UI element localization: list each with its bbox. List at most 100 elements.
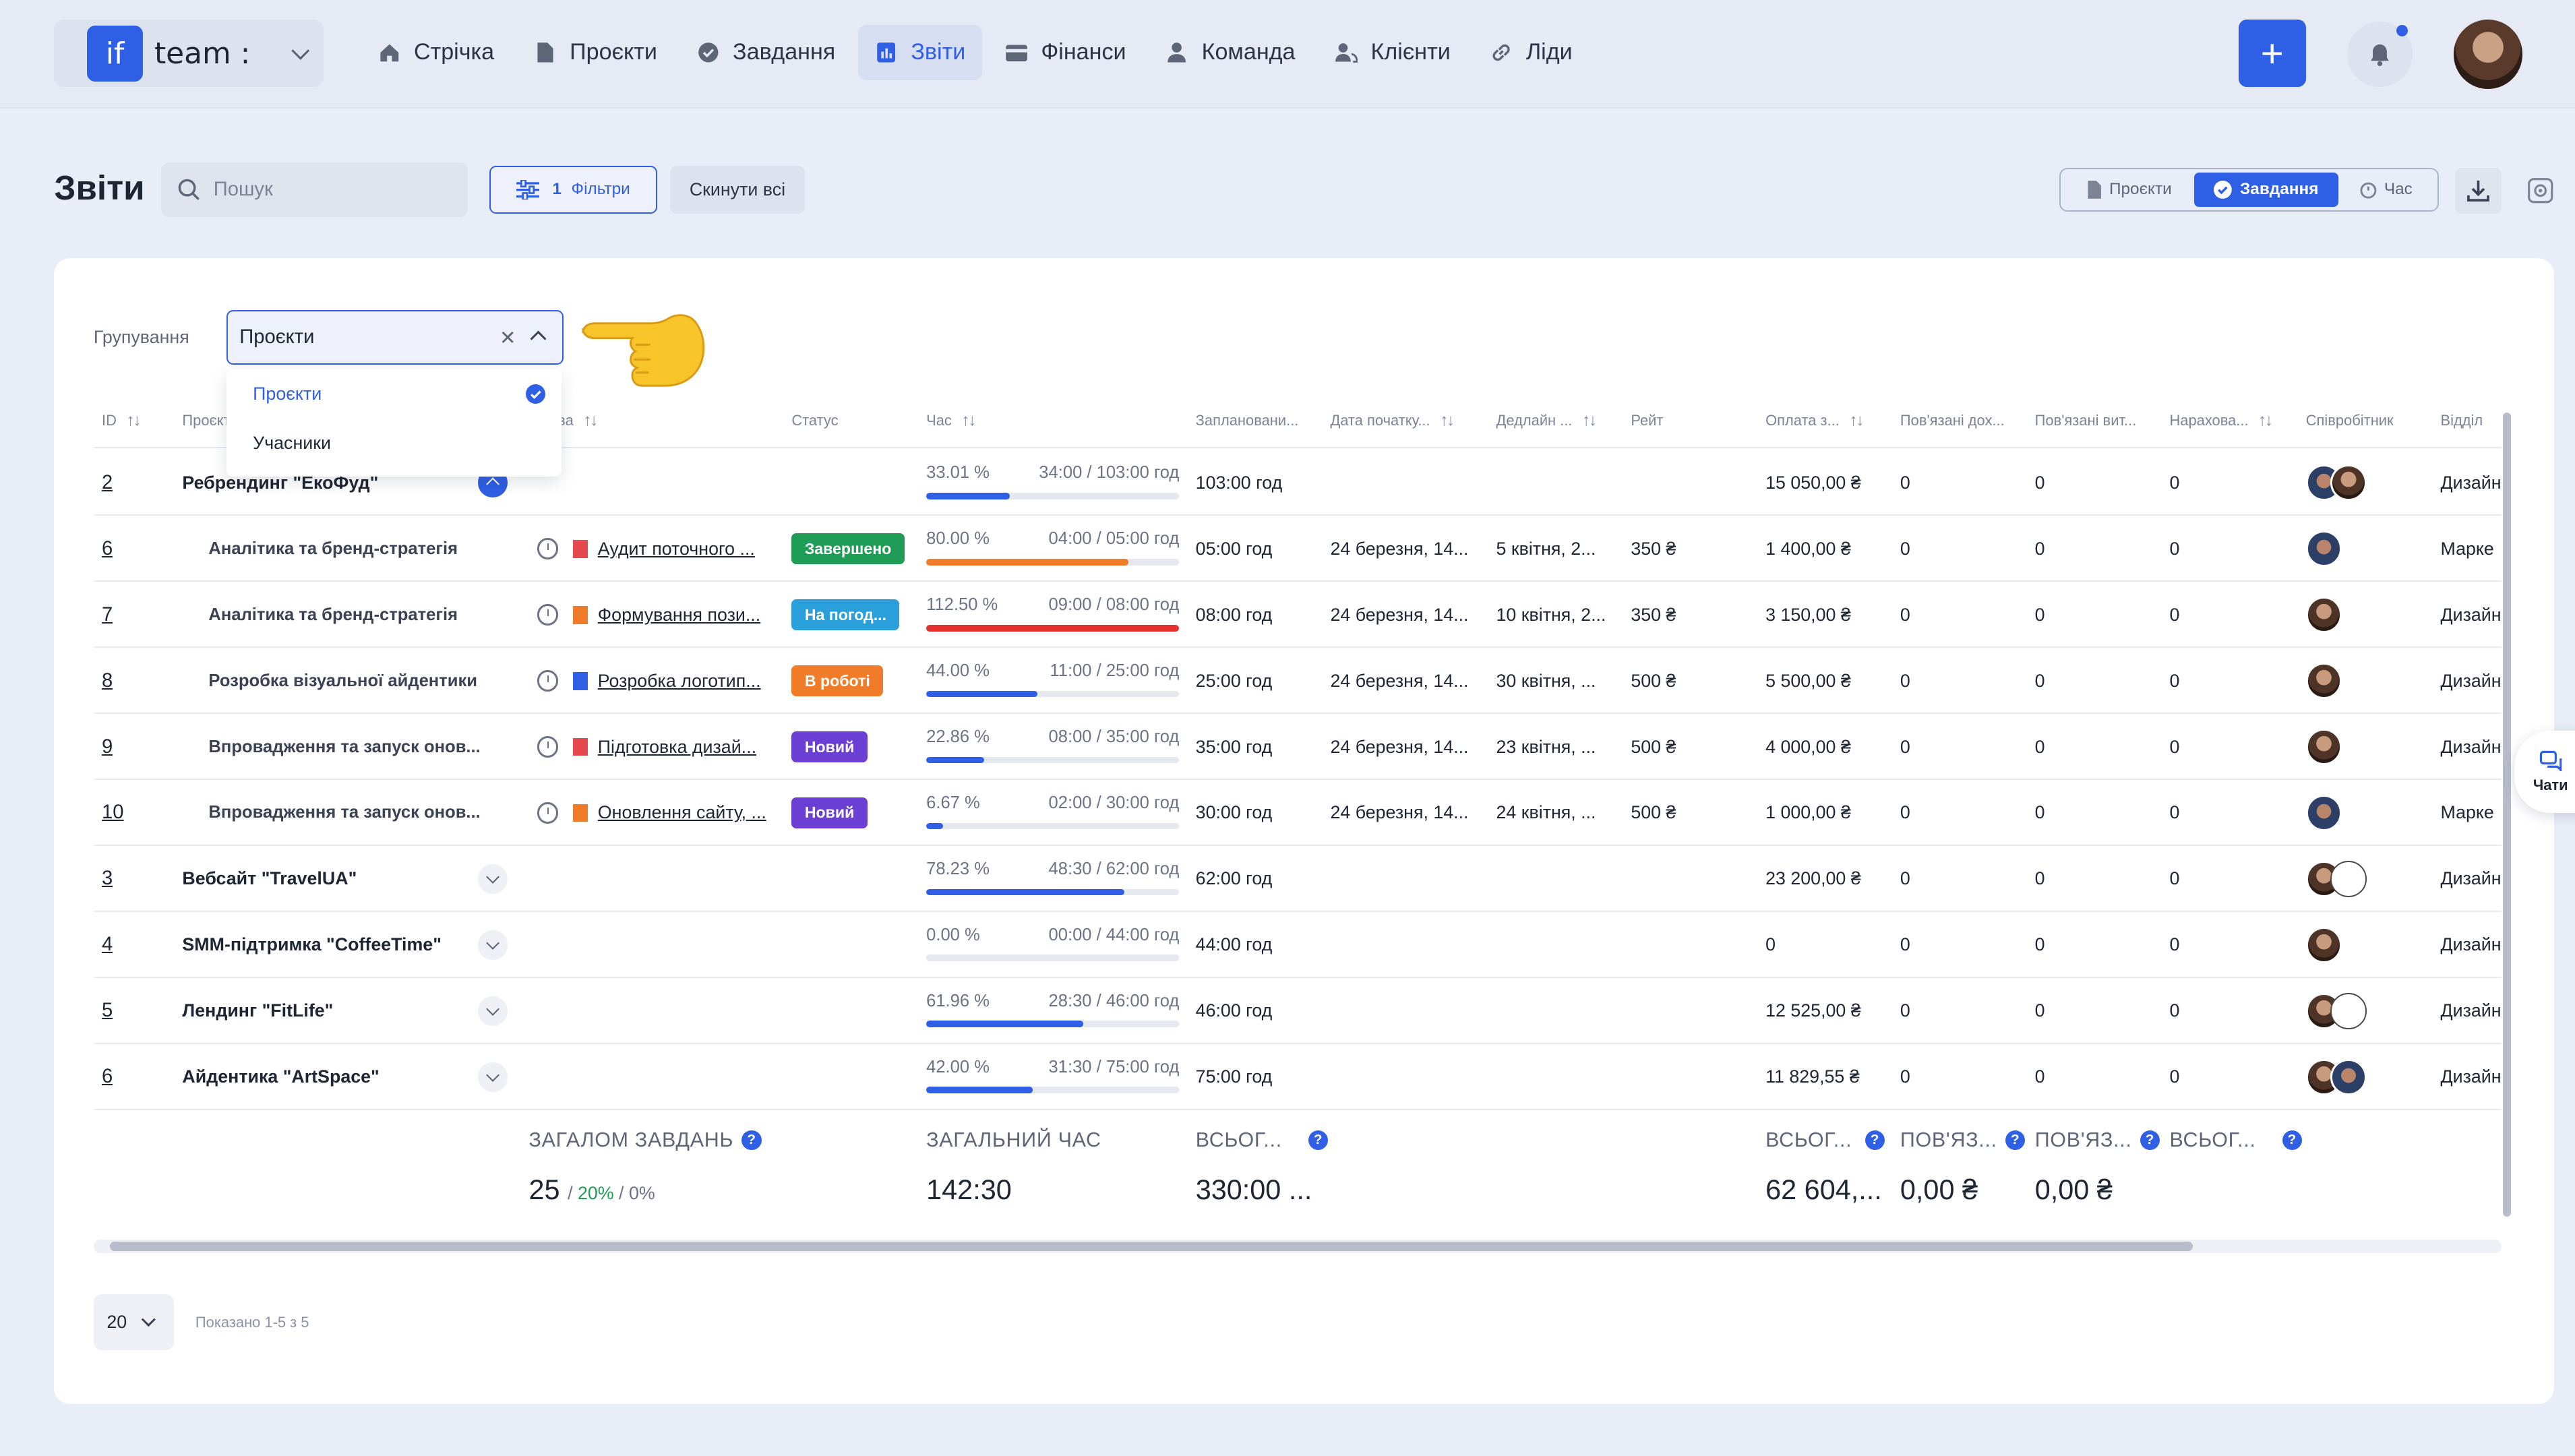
column-header-employee[interactable]: Співробітник <box>2306 392 2394 448</box>
nav-item-link[interactable]: Ліди <box>1474 25 1589 81</box>
grouping-option-members[interactable]: Учасники <box>226 419 562 468</box>
row-id-link[interactable]: 10 <box>102 801 124 824</box>
view-tab-time[interactable]: Час <box>2338 173 2433 207</box>
column-header-planned[interactable]: Заплановани... <box>1196 392 1299 448</box>
avatar[interactable] <box>2305 530 2342 568</box>
avatar[interactable] <box>2330 464 2367 502</box>
grouping-option-projects[interactable]: Проєкти <box>226 369 562 419</box>
chat-button[interactable]: Чати <box>2514 731 2575 813</box>
help-icon[interactable]: ? <box>1865 1130 1885 1150</box>
column-header-start[interactable]: Дата початку... ↑↓ <box>1330 392 1455 448</box>
task-link[interactable]: Аудит поточного ... <box>598 539 755 559</box>
help-icon[interactable]: ? <box>2282 1130 2302 1150</box>
avatar[interactable] <box>2330 993 2367 1029</box>
avatar[interactable] <box>2305 663 2342 699</box>
search-input[interactable] <box>213 178 444 201</box>
row-id-link[interactable]: 7 <box>102 604 113 626</box>
team-switcher[interactable]: if team : <box>54 20 324 88</box>
column-header-project[interactable]: Проєкт <box>182 392 230 448</box>
avatar[interactable] <box>2330 1058 2367 1095</box>
timer-icon[interactable] <box>537 604 559 626</box>
filters-button[interactable]: 1 Фільтри <box>489 166 657 214</box>
avatar[interactable] <box>2305 729 2342 765</box>
scrollbar-thumb[interactable] <box>110 1241 2193 1252</box>
nav-item-clients[interactable]: Клієнти <box>1319 25 1467 81</box>
user-avatar[interactable] <box>2453 20 2523 89</box>
column-header-expenses[interactable]: Пов'язані вит... <box>2035 392 2137 448</box>
column-header-deadline[interactable]: Дедлайн ... ↑↓ <box>1496 392 1598 448</box>
column-header-payment[interactable]: Оплата з... ↑↓ <box>1765 392 1864 448</box>
notifications-button[interactable] <box>2346 21 2413 88</box>
row-id-link[interactable]: 2 <box>102 472 113 494</box>
expand-icon[interactable] <box>477 930 508 960</box>
help-icon[interactable]: ? <box>2140 1130 2160 1150</box>
sort-icon[interactable]: ↑↓ <box>961 411 976 430</box>
column-header-rate[interactable]: Рейт <box>1631 392 1663 448</box>
task-link[interactable]: Оновлення сайту, ... <box>598 802 766 823</box>
status-badge[interactable]: На погод... <box>791 599 900 631</box>
expand-icon[interactable] <box>477 1062 508 1092</box>
sort-icon[interactable]: ↑↓ <box>583 411 598 430</box>
column-header-id[interactable]: ID ↑↓ <box>102 392 142 448</box>
page-size-select[interactable]: 20 <box>93 1294 175 1350</box>
create-button[interactable]: + <box>2238 20 2306 88</box>
nav-item-user[interactable]: Команда <box>1149 25 1312 81</box>
status-badge[interactable]: В роботі <box>791 665 884 697</box>
nav-item-home[interactable]: Стрічка <box>361 25 510 81</box>
settings-button[interactable] <box>2518 168 2564 214</box>
clients-icon <box>1335 41 1358 64</box>
avatar[interactable] <box>2305 795 2342 831</box>
sort-icon[interactable]: ↑↓ <box>2258 411 2273 430</box>
nav-item-file[interactable]: Проєкти <box>517 25 673 81</box>
timer-icon[interactable] <box>537 802 559 824</box>
timer-icon[interactable] <box>537 736 559 758</box>
rate: 500 ₴ <box>1631 736 1676 757</box>
scrollbar-thumb[interactable] <box>2503 412 2512 1217</box>
task-link[interactable]: Підготовка дизай... <box>598 737 756 758</box>
summary-label-text: ПОВ'ЯЗ... <box>1900 1128 1997 1151</box>
help-icon[interactable]: ? <box>741 1130 762 1150</box>
help-icon[interactable]: ? <box>1308 1130 1329 1150</box>
view-tab-tasks[interactable]: Завдання <box>2193 172 2338 207</box>
nav-item-wallet[interactable]: Фінанси <box>988 25 1143 81</box>
column-header-department[interactable]: Відділ <box>2440 392 2483 448</box>
status-badge[interactable]: Новий <box>791 797 868 829</box>
download-button[interactable] <box>2455 167 2502 214</box>
clear-icon[interactable]: ✕ <box>499 326 516 350</box>
task-link[interactable]: Формування пози... <box>598 605 760 626</box>
status-badge[interactable]: Новий <box>791 731 868 763</box>
status-badge[interactable]: Завершено <box>791 533 905 565</box>
row-id-link[interactable]: 8 <box>102 670 113 692</box>
nav-item-report[interactable]: Звіти <box>858 24 982 81</box>
avatar[interactable] <box>2305 597 2342 633</box>
avatar[interactable] <box>2330 861 2367 897</box>
grouping-select[interactable]: Проєкти ✕ <box>226 310 564 365</box>
horizontal-scrollbar[interactable] <box>93 1240 2502 1253</box>
help-icon[interactable]: ? <box>2005 1130 2026 1150</box>
row-id-link[interactable]: 4 <box>102 934 113 956</box>
sort-icon[interactable]: ↑↓ <box>1849 411 1864 430</box>
view-tab-projects[interactable]: Проєкти <box>2064 173 2193 207</box>
timer-icon[interactable] <box>537 670 559 692</box>
vertical-scrollbar[interactable] <box>2502 392 2514 1230</box>
column-header-income[interactable]: Пов'язані дох... <box>1900 392 2005 448</box>
column-header-status[interactable]: Статус <box>791 392 838 448</box>
row-id-link[interactable]: 5 <box>102 1000 113 1022</box>
sort-icon[interactable]: ↑↓ <box>127 411 142 430</box>
row-id-link[interactable]: 9 <box>102 736 113 758</box>
sort-icon[interactable]: ↑↓ <box>1440 411 1455 430</box>
chevron-up-icon[interactable] <box>530 330 547 347</box>
row-id-link[interactable]: 6 <box>102 538 113 560</box>
column-header-accrued[interactable]: Нарахова... ↑↓ <box>2169 392 2273 448</box>
expand-icon[interactable] <box>477 996 508 1026</box>
column-header-time[interactable]: Час ↑↓ <box>926 392 976 448</box>
nav-item-check-circle[interactable]: Завдання <box>680 25 852 81</box>
timer-icon[interactable] <box>537 538 559 560</box>
reset-all-button[interactable]: Скинути всі <box>670 166 805 214</box>
task-link[interactable]: Розробка логотип... <box>598 671 761 692</box>
avatar[interactable] <box>2305 927 2342 963</box>
row-id-link[interactable]: 6 <box>102 1066 113 1088</box>
sort-icon[interactable]: ↑↓ <box>1582 411 1597 430</box>
row-id-link[interactable]: 3 <box>102 868 113 890</box>
expand-icon[interactable] <box>477 864 508 894</box>
